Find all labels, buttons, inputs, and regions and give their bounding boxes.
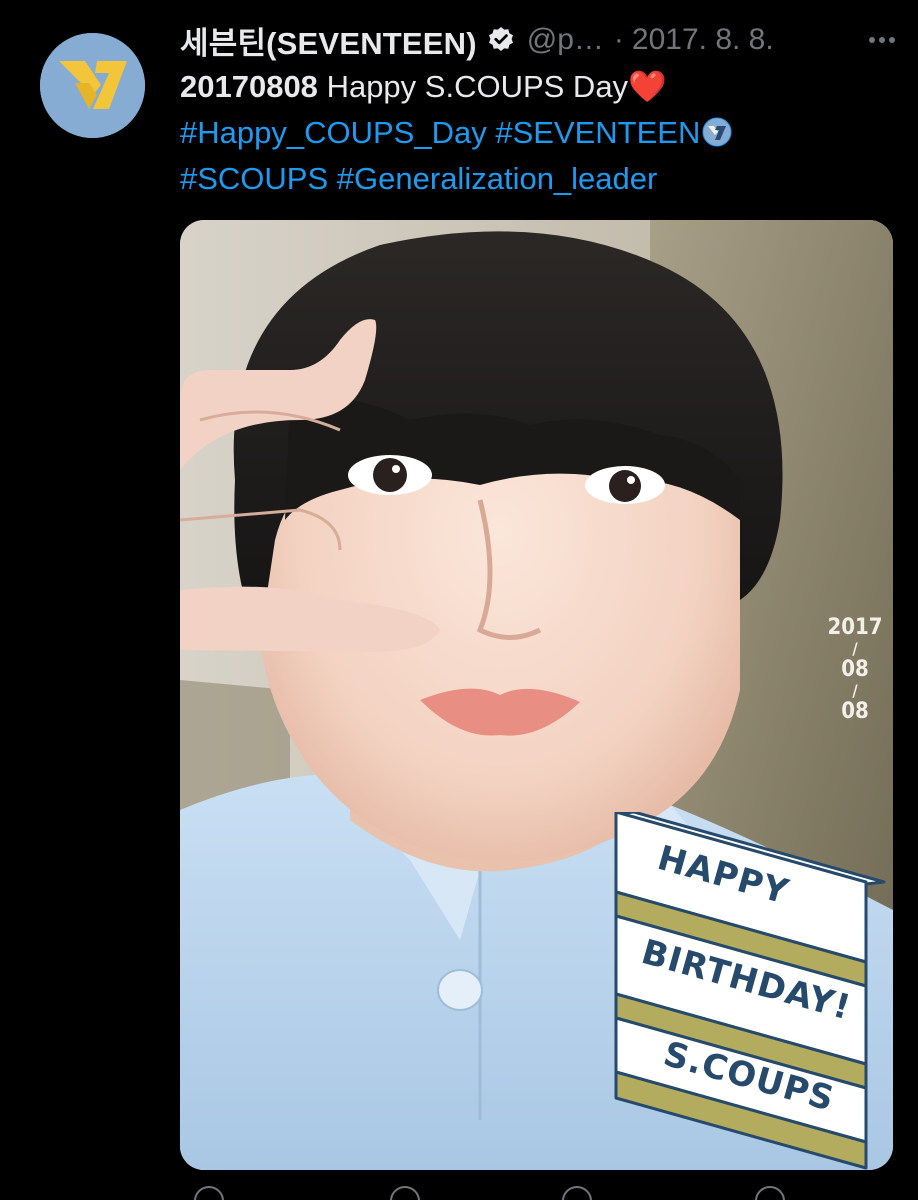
tweet-text-line-3: #SCOUPS #Generalization_leader <box>180 156 900 202</box>
hashtag-scoups[interactable]: #SCOUPS <box>180 161 328 196</box>
tweet-text-line-1: 20170808 Happy S.COUPS Day❤️ <box>180 64 900 110</box>
hashtag-seventeen[interactable]: #SEVENTEEN <box>495 115 700 150</box>
date-stamp-slash-2: / <box>852 681 858 700</box>
share-icon[interactable] <box>755 1186 785 1200</box>
hashtag-generalization-leader[interactable]: #Generalization_leader <box>337 161 658 196</box>
seventeen-hashflag-icon <box>702 114 732 147</box>
verified-badge-icon <box>487 26 515 54</box>
tweet-action-bar <box>180 1186 893 1200</box>
tweet-date-code: 20170808 <box>180 69 318 104</box>
author-handle[interactable]: @p… <box>527 23 604 57</box>
reply-icon[interactable] <box>194 1186 224 1200</box>
date-stamp-slash-1: / <box>852 639 858 658</box>
tweet-photo[interactable]: 2017 / 08 / 08 HAPPY BIRTHDAY! S.COUPS <box>180 220 893 1170</box>
tweet-text: 20170808 Happy S.COUPS Day❤️ #Happy_COUP… <box>180 64 900 202</box>
hashtag-happy-coups-day[interactable]: #Happy_COUPS_Day <box>180 115 487 150</box>
tweet-date[interactable]: 2017. 8. 8. <box>632 23 774 57</box>
date-stamp-month: 08 <box>841 657 869 682</box>
header-separator: · <box>613 23 624 56</box>
tweet-text-line-2: #Happy_COUPS_Day #SEVENTEEN <box>180 110 900 156</box>
avatar[interactable] <box>40 33 145 138</box>
tweet-screenshot: 세븐틴(SEVENTEEN) @p… · 2017. 8. 8. 2017080… <box>0 0 918 1200</box>
author-display-name[interactable]: 세븐틴(SEVENTEEN) <box>180 18 477 63</box>
more-dots-icon[interactable] <box>864 22 900 58</box>
retweet-icon[interactable] <box>390 1186 420 1200</box>
seventeen-logo-icon <box>40 33 145 138</box>
tweet-header: 세븐틴(SEVENTEEN) @p… · 2017. 8. 8. <box>180 18 900 62</box>
birthday-sticker: HAPPY BIRTHDAY! S.COUPS <box>608 810 893 1170</box>
heart-emoji: ❤️ <box>628 69 667 104</box>
photo-date-stamp: 2017 / 08 / 08 <box>820 613 890 727</box>
like-icon[interactable] <box>562 1186 592 1200</box>
date-stamp-day: 08 <box>841 699 869 724</box>
tweet-title: Happy S.COUPS Day <box>326 69 629 104</box>
date-stamp-year: 2017 <box>827 615 883 640</box>
